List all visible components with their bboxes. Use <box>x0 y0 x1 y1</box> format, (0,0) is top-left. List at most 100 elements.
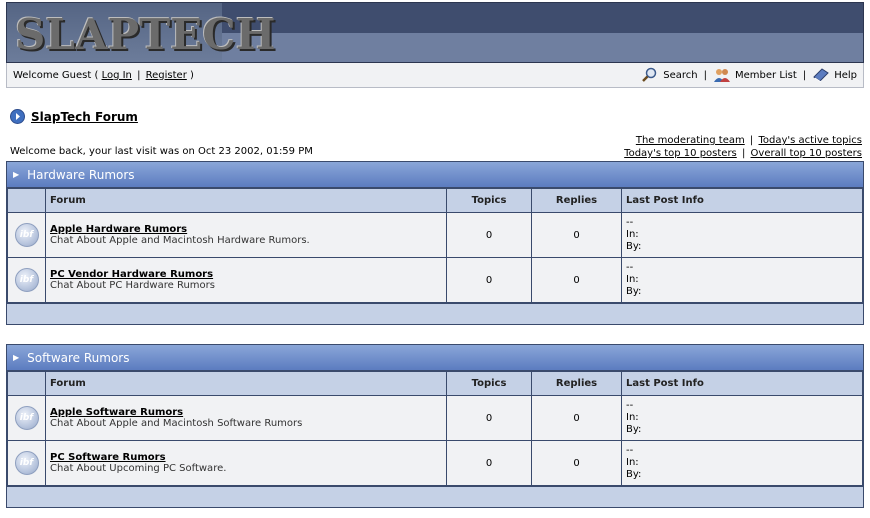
top10-overall-link[interactable]: Overall top 10 posters <box>751 148 862 159</box>
icon-column-header <box>7 371 46 396</box>
table-row: ibf PC Software Rumors Chat About Upcomi… <box>7 440 863 486</box>
last-post-column-header: Last Post Info <box>621 188 863 213</box>
table-row: ibf Apple Hardware Rumors Chat About App… <box>7 212 863 258</box>
forum-table: Forum Topics Replies Last Post Info ibf … <box>7 188 863 303</box>
last-post-date: -- <box>626 217 634 228</box>
forum-description: Chat About Upcoming PC Software. <box>50 463 227 474</box>
table-header-row: Forum Topics Replies Last Post Info <box>7 371 863 396</box>
user-bar-actions: Search | Member List | Help <box>641 67 857 83</box>
members-icon[interactable] <box>713 67 731 83</box>
last-post-info: -- In: By: <box>621 257 863 303</box>
category-name: Hardware Rumors <box>27 167 135 182</box>
forum-status-cell: ibf <box>7 395 46 441</box>
topics-column-header: Topics <box>446 188 532 213</box>
forum-info-cell: Apple Software Rumors Chat About Apple a… <box>45 395 447 441</box>
active-topics-link[interactable]: Today's active topics <box>758 135 862 146</box>
forum-info-cell: PC Vendor Hardware Rumors Chat About PC … <box>45 257 447 303</box>
forum-description: Chat About Apple and Macintosh Hardware … <box>50 235 310 246</box>
help-book-icon[interactable] <box>812 67 830 83</box>
forum-link[interactable]: PC Software Rumors <box>50 452 166 463</box>
top10-today-link[interactable]: Today's top 10 posters <box>624 148 737 159</box>
last-post-in: In: <box>626 229 639 240</box>
forum-info-cell: PC Software Rumors Chat About Upcoming P… <box>45 440 447 486</box>
category-footer <box>7 486 863 507</box>
last-post-date: -- <box>626 400 634 411</box>
table-header-row: Forum Topics Replies Last Post Info <box>7 188 863 213</box>
login-link[interactable]: Log In <box>102 70 132 81</box>
separator: | <box>802 69 807 81</box>
last-post-date: -- <box>626 262 634 273</box>
table-row: ibf PC Vendor Hardware Rumors Chat About… <box>7 257 863 303</box>
category-footer <box>7 303 863 324</box>
forum-link[interactable]: PC Vendor Hardware Rumors <box>50 269 213 280</box>
header-banner: SLAPTECH <box>6 2 864 63</box>
table-row: ibf Apple Software Rumors Chat About App… <box>7 395 863 441</box>
site-logo[interactable]: SLAPTECH <box>15 10 275 59</box>
last-post-date: -- <box>626 445 634 456</box>
register-link[interactable]: Register <box>146 70 187 81</box>
replies-count: 0 <box>531 212 622 258</box>
replies-count: 0 <box>531 440 622 486</box>
separator: | <box>137 69 141 81</box>
forum-title-link[interactable]: SlapTech Forum <box>31 110 138 124</box>
last-post-info: -- In: By: <box>621 395 863 441</box>
forum-link[interactable]: Apple Software Rumors <box>50 407 183 418</box>
nav-arrow-icon <box>10 109 25 124</box>
help-link[interactable]: Help <box>834 70 857 81</box>
topics-count: 0 <box>446 395 532 441</box>
forum-status-cell: ibf <box>7 440 46 486</box>
collapse-arrow-icon[interactable]: ▶ <box>13 353 19 362</box>
moderating-team-link[interactable]: The moderating team <box>636 135 745 146</box>
topics-count: 0 <box>446 257 532 303</box>
forum-status-cell: ibf <box>7 257 46 303</box>
last-post-by: By: <box>626 241 642 252</box>
guest-welcome: Welcome Guest ( Log In | Register ) <box>13 70 194 81</box>
forum-link[interactable]: Apple Hardware Rumors <box>50 224 187 235</box>
topics-count: 0 <box>446 212 532 258</box>
topics-count: 0 <box>446 440 532 486</box>
category-header[interactable]: ▶ Software Rumors <box>7 345 863 371</box>
category-hardware-rumors: ▶ Hardware Rumors Forum Topics Replies L… <box>6 161 864 325</box>
forum-table: Forum Topics Replies Last Post Info ibf … <box>7 371 863 486</box>
board-stat-links: The moderating team | Today's active top… <box>624 134 862 160</box>
last-post-in: In: <box>626 274 639 285</box>
forum-info-cell: Apple Hardware Rumors Chat About Apple a… <box>45 212 447 258</box>
forum-column-header: Forum <box>45 188 447 213</box>
last-post-by: By: <box>626 286 642 297</box>
search-icon[interactable] <box>641 67 659 83</box>
category-name: Software Rumors <box>27 350 130 365</box>
forum-status-icon: ibf <box>14 223 39 247</box>
welcome-guest-close: ) <box>190 69 194 81</box>
replies-column-header: Replies <box>531 188 622 213</box>
user-bar: Welcome Guest ( Log In | Register ) Sear… <box>6 63 864 88</box>
separator: | <box>703 69 708 81</box>
forum-description: Chat About PC Hardware Rumors <box>50 280 215 291</box>
last-post-column-header: Last Post Info <box>621 371 863 396</box>
last-visit-text: Welcome back, your last visit was on Oct… <box>10 146 313 157</box>
forum-status-icon: ibf <box>14 451 39 475</box>
replies-count: 0 <box>531 395 622 441</box>
icon-column-header <box>7 188 46 213</box>
last-post-info: -- In: By: <box>621 212 863 258</box>
replies-column-header: Replies <box>531 371 622 396</box>
last-post-info: -- In: By: <box>621 440 863 486</box>
separator: | <box>741 148 746 159</box>
forum-status-icon: ibf <box>14 268 39 292</box>
member-list-link[interactable]: Member List <box>735 70 797 81</box>
forum-status-icon: ibf <box>14 406 39 430</box>
collapse-arrow-icon[interactable]: ▶ <box>13 170 19 179</box>
last-post-in: In: <box>626 457 639 468</box>
forum-column-header: Forum <box>45 371 447 396</box>
forum-status-cell: ibf <box>7 212 46 258</box>
last-post-by: By: <box>626 424 642 435</box>
separator: | <box>749 135 754 146</box>
forum-title-row: SlapTech Forum <box>10 109 138 124</box>
last-post-by: By: <box>626 469 642 480</box>
topics-column-header: Topics <box>446 371 532 396</box>
forum-description: Chat About Apple and Macintosh Software … <box>50 418 303 429</box>
replies-count: 0 <box>531 257 622 303</box>
search-link[interactable]: Search <box>663 70 697 81</box>
welcome-guest-text: Welcome Guest ( <box>13 69 99 81</box>
last-post-in: In: <box>626 412 639 423</box>
category-header[interactable]: ▶ Hardware Rumors <box>7 162 863 188</box>
